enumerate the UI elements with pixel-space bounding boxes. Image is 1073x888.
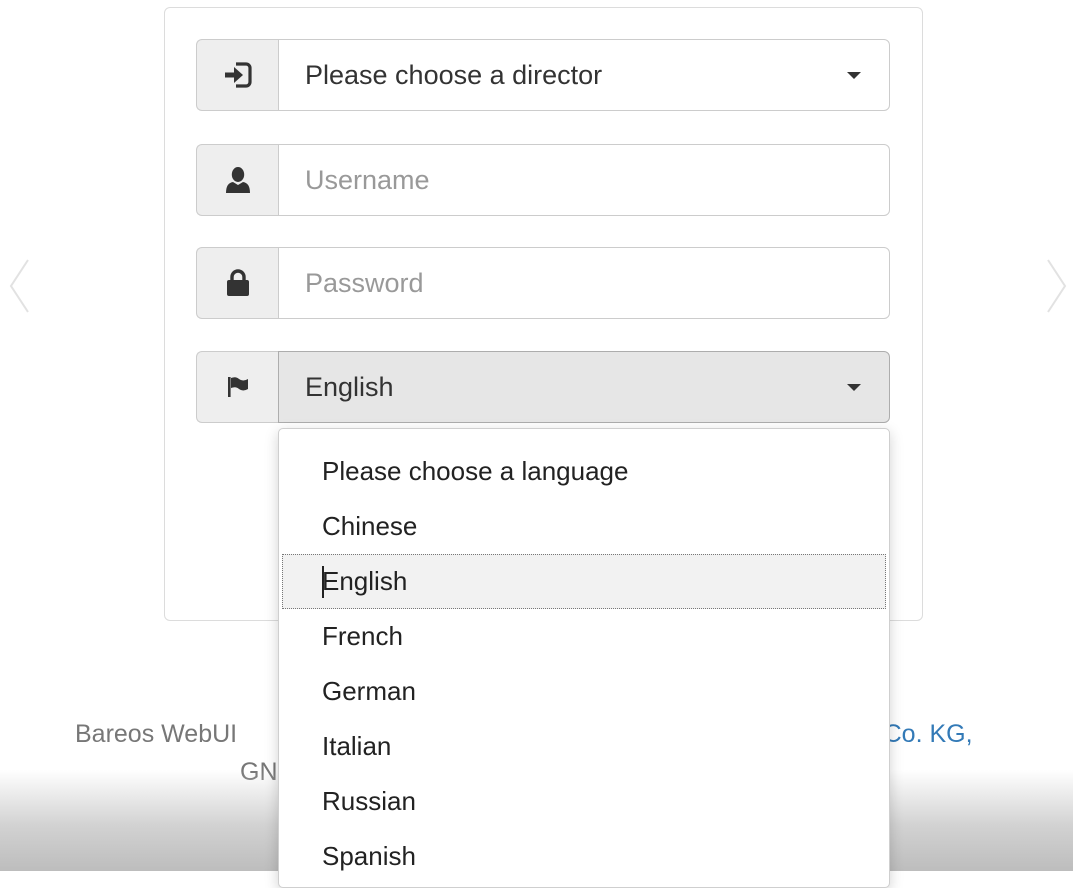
language-group: English: [196, 351, 890, 423]
username-group: Username: [196, 144, 890, 216]
director-select[interactable]: Please choose a director: [278, 39, 890, 111]
language-option[interactable]: Italian: [279, 719, 889, 774]
language-option[interactable]: Chinese: [279, 499, 889, 554]
language-option[interactable]: German: [279, 664, 889, 719]
language-option-label: English: [322, 566, 408, 596]
chevron-down-icon: [847, 72, 861, 79]
password-placeholder: Password: [305, 267, 424, 298]
language-option[interactable]: Please choose a language: [279, 444, 889, 499]
username-placeholder: Username: [305, 164, 430, 195]
language-select-value: English: [305, 371, 394, 402]
language-select[interactable]: English: [278, 351, 890, 423]
language-option[interactable]: Russian: [279, 774, 889, 829]
chevron-down-icon: [847, 384, 861, 391]
text-cursor: [322, 566, 324, 598]
username-input[interactable]: Username: [278, 144, 890, 216]
sign-in-icon: [196, 39, 278, 111]
director-select-value: Please choose a director: [305, 59, 603, 90]
footer-text: Bareos WebUI: [75, 720, 238, 748]
password-input[interactable]: Password: [278, 247, 890, 319]
user-icon: [196, 144, 278, 216]
password-group: Password: [196, 247, 890, 319]
language-option[interactable]: Spanish: [279, 829, 889, 884]
language-dropdown: Please choose a language Chinese English…: [278, 428, 890, 888]
flag-icon: [196, 351, 278, 423]
director-group: Please choose a director: [196, 39, 890, 111]
language-option-selected[interactable]: English: [282, 554, 886, 609]
carousel-next-icon[interactable]: [1046, 258, 1068, 314]
lock-icon: [196, 247, 278, 319]
language-option[interactable]: French: [279, 609, 889, 664]
carousel-prev-icon[interactable]: [8, 258, 30, 314]
